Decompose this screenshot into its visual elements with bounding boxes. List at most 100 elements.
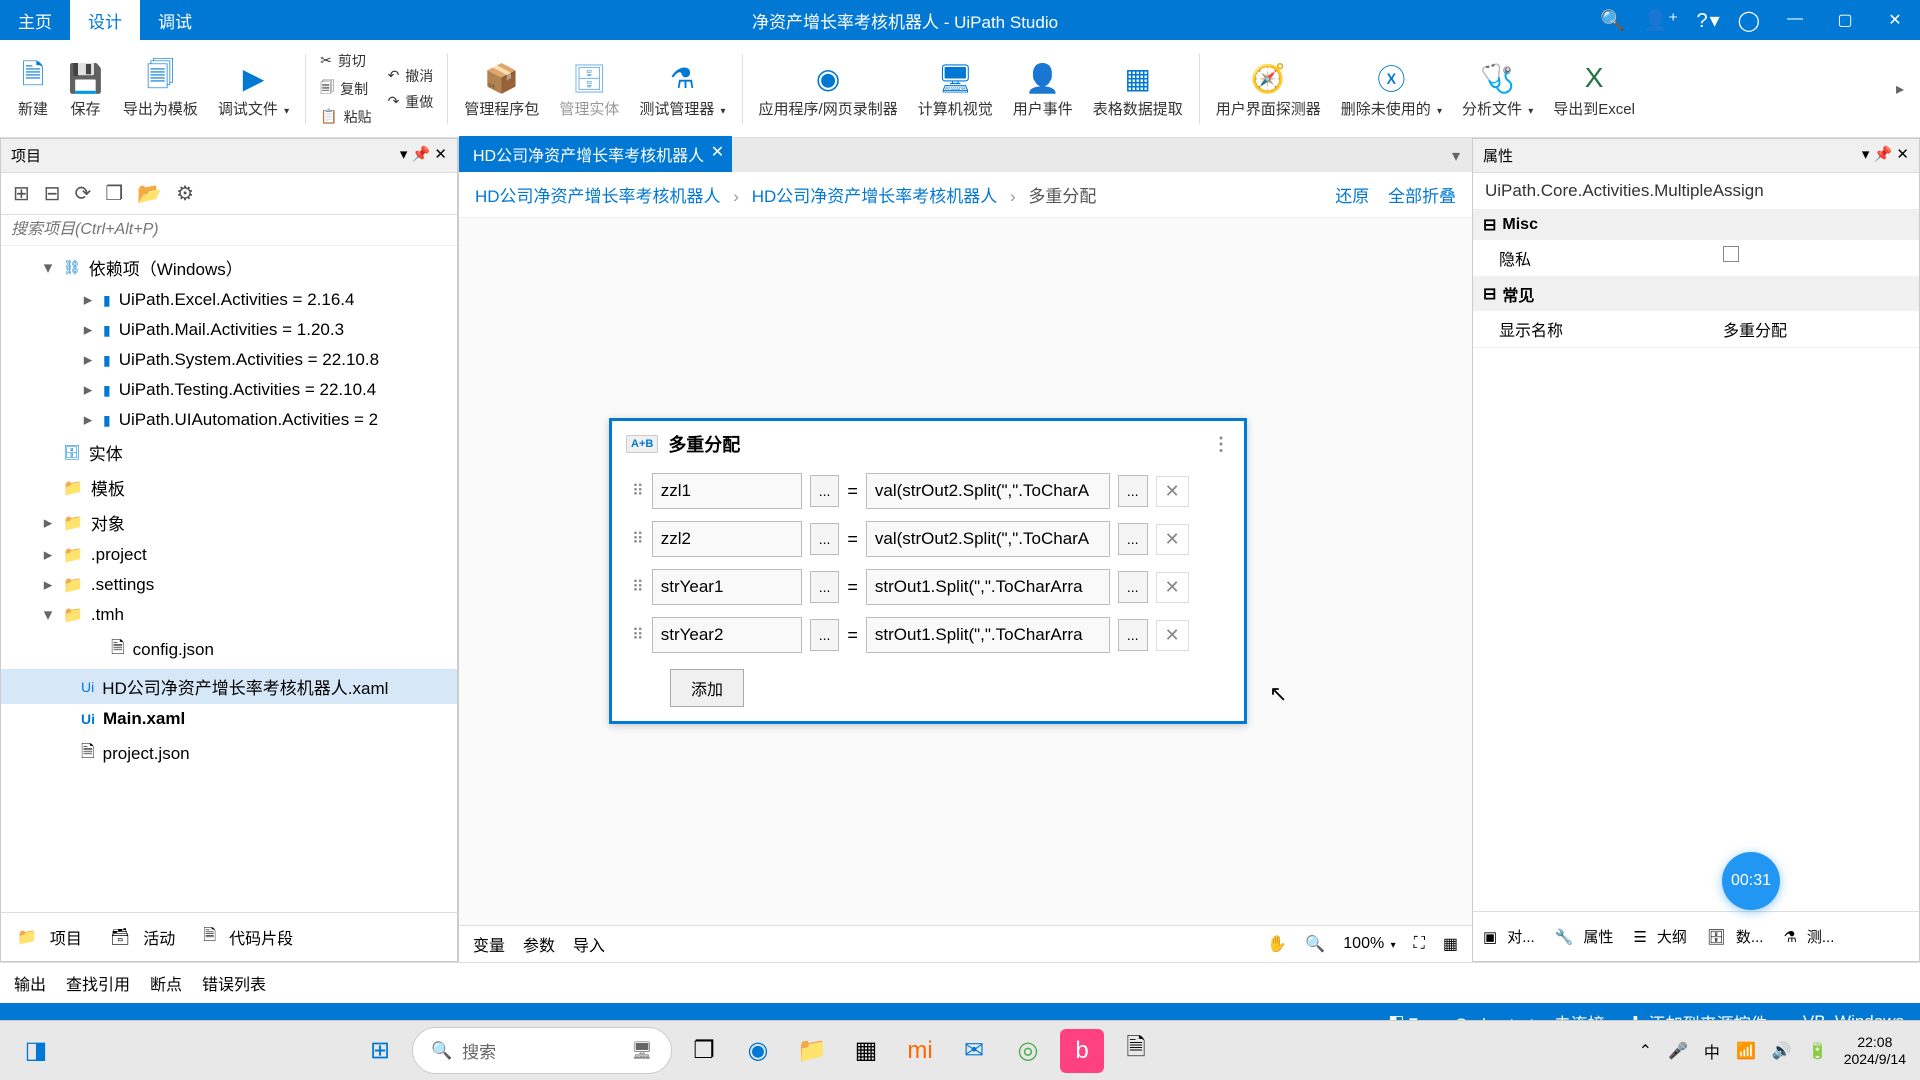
project-search-input[interactable] [11,221,447,239]
tree-dot-settings[interactable]: ▸📁.settings [1,570,457,600]
ribbon-cut[interactable]: ✂ 剪切 [320,51,371,71]
ribbon-ui-explorer[interactable]: 🧭用户界面探测器 [1206,40,1331,137]
tree-dep-mail[interactable]: ▸▮UiPath.Mail.Activities = 1.20.3 [1,315,457,345]
taskbar-search[interactable]: 🔍 搜索🖥 [412,1027,672,1074]
ribbon-export-template[interactable]: 🗐导出为模板 [113,40,208,137]
collapse-all-icon[interactable]: ⊟ [44,181,61,206]
tab-test[interactable]: ⚗ 测... [1777,918,1846,955]
volume-icon[interactable]: 🔊 [1772,1041,1792,1061]
tree-file-config[interactable]: 🗎config.json [1,630,457,669]
ribbon-overflow[interactable]: ▸ [1888,79,1912,99]
remove-row-1[interactable]: ✕ [1156,476,1189,507]
close-tab-icon[interactable]: ✕ [711,142,724,162]
edge-icon[interactable]: ◉ [736,1029,780,1073]
panel-dropdown[interactable]: ▾ [400,146,408,163]
ribbon-recorder[interactable]: ◉应用程序/网页录制器 [749,40,908,137]
ribbon-copy[interactable]: 🗐 复制 [320,77,371,101]
settings-icon[interactable]: ⚙ [176,181,194,206]
ribbon-remove-unused[interactable]: ⓧ删除未使用的 ▾ [1331,40,1452,137]
app-mi-icon[interactable]: mi [898,1029,942,1073]
tree-dot-project[interactable]: ▸📁.project [1,540,457,570]
drag-handle-icon[interactable]: ⠿ [632,481,644,501]
expr-input-2[interactable] [866,521,1110,557]
var-input-2[interactable] [652,521,802,557]
var-input-1[interactable] [652,473,802,509]
breadcrumb-2[interactable]: HD公司净资产增长率考核机器人 [752,187,998,206]
close-button[interactable]: ✕ [1870,10,1920,30]
ribbon-save[interactable]: 💾保存 [58,40,113,137]
minimize-button[interactable]: ― [1770,10,1820,30]
explorer-icon[interactable]: 📁 [790,1029,834,1073]
ime-icon[interactable]: 中 [1704,1039,1720,1063]
output-tab[interactable]: 输出 [14,971,46,995]
collapse-icon[interactable]: ⊟ [1483,215,1496,235]
tab-activity[interactable]: 🗃 活动 [102,919,191,955]
tree-dot-tmh[interactable]: ▾📁.tmh [1,600,457,630]
taskbar-clock[interactable]: 22:08 2024/9/14 [1844,1034,1906,1068]
expr-input-3[interactable] [866,569,1110,605]
drag-handle-icon[interactable]: ⠿ [632,577,644,597]
tree-objects[interactable]: ▸📁对象 [1,505,457,540]
browse-var-2[interactable]: ... [810,523,840,555]
ribbon-new[interactable]: 🗎新建 [8,40,58,137]
ribbon-export-excel[interactable]: X导出到Excel [1543,40,1645,137]
breadcrumb-1[interactable]: HD公司净资产增长率考核机器人 [475,187,721,206]
expr-input-1[interactable] [866,473,1110,509]
restore-button[interactable]: 还原 [1335,187,1369,206]
tree-entities[interactable]: 🗄实体 [1,435,457,470]
breakpoints-tab[interactable]: 断点 [150,971,182,995]
document-tab[interactable]: HD公司净资产增长率考核机器人 ✕ [459,136,732,172]
store-icon[interactable]: ▦ [844,1029,888,1073]
browse-var-1[interactable]: ... [810,475,840,507]
zoom-icon[interactable]: 🔍 [1305,934,1325,954]
zoom-level[interactable]: 100% ▾ [1343,935,1395,953]
find-references-tab[interactable]: 查找引用 [66,971,130,995]
privacy-checkbox[interactable] [1723,246,1739,262]
panel-close[interactable]: ✕ [1896,146,1909,163]
collapse-icon[interactable]: ⊟ [1483,284,1496,304]
prop-display-name-value[interactable]: 多重分配 [1723,317,1909,341]
browse-expr-4[interactable]: ... [1118,619,1148,651]
wifi-icon[interactable]: 📶 [1736,1041,1756,1061]
tab-outline[interactable]: ☰ 大纲 [1627,918,1698,955]
pan-icon[interactable]: ✋ [1267,934,1287,954]
help-icon[interactable]: ?▾ [1696,8,1719,33]
drag-handle-icon[interactable]: ⠿ [632,529,644,549]
ribbon-redo[interactable]: ↷ 重做 [388,92,434,112]
remove-row-3[interactable]: ✕ [1156,572,1189,603]
ribbon-manage-packages[interactable]: 📦管理程序包 [454,40,549,137]
notepad-icon[interactable]: 🗎 [1114,1029,1158,1073]
collapse-all-button[interactable]: 全部折叠 [1388,187,1456,206]
tab-snippet[interactable]: 🗎 代码片段 [195,919,309,955]
tree-file-main[interactable]: UiMain.xaml [1,704,457,734]
activity-menu-icon[interactable]: ⋮ [1212,434,1230,455]
expr-input-4[interactable] [866,617,1110,653]
outlook-icon[interactable]: ✉ [952,1029,996,1073]
menu-design[interactable]: 设计 [70,0,140,40]
open-folder-icon[interactable]: 📂 [137,181,162,206]
feedback-icon[interactable]: 👤⁺ [1643,8,1678,33]
browse-var-3[interactable]: ... [810,571,840,603]
remove-row-4[interactable]: ✕ [1156,620,1189,651]
tab-dropdown[interactable]: ▾ [1440,140,1472,172]
fit-screen-icon[interactable]: ⛶ [1414,935,1425,953]
tray-chevron-icon[interactable]: ⌃ [1639,1041,1652,1061]
drag-handle-icon[interactable]: ⠿ [632,625,644,645]
browser-icon[interactable]: ◎ [1006,1029,1050,1073]
tree-file-robot[interactable]: UiHD公司净资产增长率考核机器人.xaml [1,669,457,704]
tree-dependencies[interactable]: ▾⛓依赖项（Windows） [1,250,457,285]
tree-file-project-json[interactable]: 🗎project.json [1,734,457,773]
variables-tab[interactable]: 变量 [473,932,505,956]
menu-home[interactable]: 主页 [0,0,70,40]
ribbon-test-manager[interactable]: ⚗测试管理器 ▾ [629,40,735,137]
ribbon-table-extract[interactable]: ▦表格数据提取 [1083,40,1193,137]
start-button[interactable]: ⊞ [358,1029,402,1073]
tree-dep-testing[interactable]: ▸▮UiPath.Testing.Activities = 22.10.4 [1,375,457,405]
tree-dep-excel[interactable]: ▸▮UiPath.Excel.Activities = 2.16.4 [1,285,457,315]
ribbon-paste[interactable]: 📋 粘贴 [320,107,371,127]
refresh-icon[interactable]: ⟳ [75,181,92,206]
browse-expr-2[interactable]: ... [1118,523,1148,555]
user-icon[interactable]: ◯ [1738,8,1760,33]
tab-project[interactable]: 📁 项目 [9,919,98,955]
panel-dropdown[interactable]: ▾ [1862,146,1870,163]
